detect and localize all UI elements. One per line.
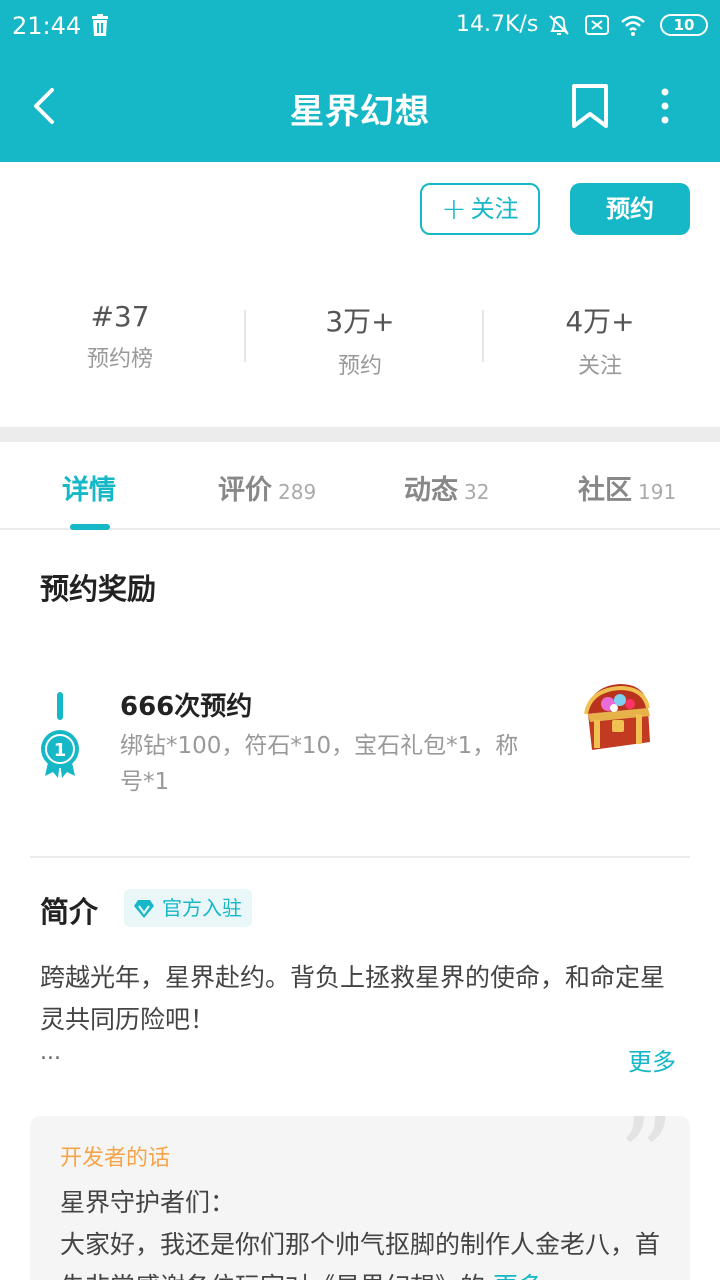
developer-line: 星界守护者们： [60, 1188, 236, 1217]
tab-count: 191 [638, 480, 677, 504]
more-vert-icon[interactable] [650, 82, 680, 130]
tab-label: 社区 [578, 475, 632, 506]
intro-section-title: 简介 [40, 895, 99, 929]
intro-ellipsis: ... [40, 1040, 61, 1065]
close-box-icon [585, 15, 609, 35]
stat-label: 预约 [337, 354, 382, 379]
status-time: 21:44 [12, 12, 82, 40]
intro-more-link[interactable]: 更多 [628, 1042, 676, 1077]
tab-reviews[interactable]: 评价 289 [218, 468, 316, 507]
stat-value: 3万+ [325, 305, 395, 338]
reward-desc: 绑钻*100，符石*10，宝石礼包*1，称号*1 [120, 733, 519, 795]
official-badge-label: 官方入驻 [162, 896, 242, 920]
reward-name: 666次预约 [120, 692, 253, 722]
reward-section-title: 预约奖励 [40, 572, 157, 606]
tab-community[interactable]: 社区 191 [578, 468, 676, 507]
developer-card[interactable]: ” 开发者的话 星界守护者们： 大家好，我还是你们那个帅气抠脚的制作人金老八，首… [30, 1116, 690, 1280]
developer-line: 大家好，我还是你们那个帅气抠脚的制作人金老八，首先非常感谢各位玩家对《星界幻想》… [60, 1230, 661, 1280]
reserve-button[interactable]: 预约 [570, 183, 690, 235]
official-badge: 官方入驻 [124, 889, 252, 927]
battery-icon: 10 [660, 14, 708, 36]
app-bar: 星界幻想 [0, 52, 720, 162]
stat-followers: 4万+ 关注 [480, 290, 720, 380]
diamond-icon [134, 900, 154, 918]
tab-indicator [70, 524, 110, 530]
plus-icon: + [441, 192, 467, 227]
tab-label: 评价 [218, 475, 272, 506]
stat-reservations: 3万+ 预约 [240, 290, 480, 380]
intro-text: 跨越光年，星界赴约。背负上拯救星界的使命，和命定星灵共同历险吧！ [40, 963, 666, 1034]
stat-label: 关注 [577, 354, 622, 379]
tab-count: 289 [278, 480, 317, 504]
stats-row: #37 预约榜 3万+ 预约 4万+ 关注 [0, 290, 720, 390]
developer-title: 开发者的话 [60, 1146, 171, 1171]
follow-label: 关注 [470, 195, 519, 223]
tab-label: 详情 [62, 475, 116, 506]
tab-details[interactable]: 详情 [62, 468, 116, 507]
stat-value: 4万+ [565, 305, 635, 338]
stat-value: #37 [90, 300, 150, 333]
bell-muted-icon [549, 15, 569, 35]
tab-label: 动态 [404, 475, 458, 506]
medal-icon: 1 [41, 730, 79, 778]
treasure-chest-icon [584, 684, 650, 750]
section-gap [0, 427, 720, 442]
status-bar: 21:44 14.7K/s 10 [0, 0, 720, 52]
bookmark-icon[interactable] [568, 82, 612, 130]
follow-button[interactable]: + 关注 [420, 183, 540, 235]
medal-number: 1 [54, 740, 67, 761]
tab-count: 32 [464, 480, 490, 504]
net-speed: 14.7K/s [456, 12, 539, 37]
stat-label: 预约榜 [86, 347, 153, 372]
developer-more-link[interactable]: 更多 [493, 1272, 543, 1280]
trash-icon [92, 14, 108, 36]
tab-updates[interactable]: 动态 32 [404, 468, 489, 507]
tab-bar: 详情 评价 289 动态 32 社区 191 [0, 442, 720, 530]
divider [30, 856, 690, 858]
page-title: 星界幻想 [290, 92, 430, 132]
developer-text: 星界守护者们： 大家好，我还是你们那个帅气抠脚的制作人金老八，首先非常感谢各位玩… [60, 1182, 660, 1280]
stat-rank[interactable]: #37 预约榜 [0, 290, 240, 373]
wifi-icon [621, 15, 645, 36]
reward-timeline [57, 692, 63, 720]
